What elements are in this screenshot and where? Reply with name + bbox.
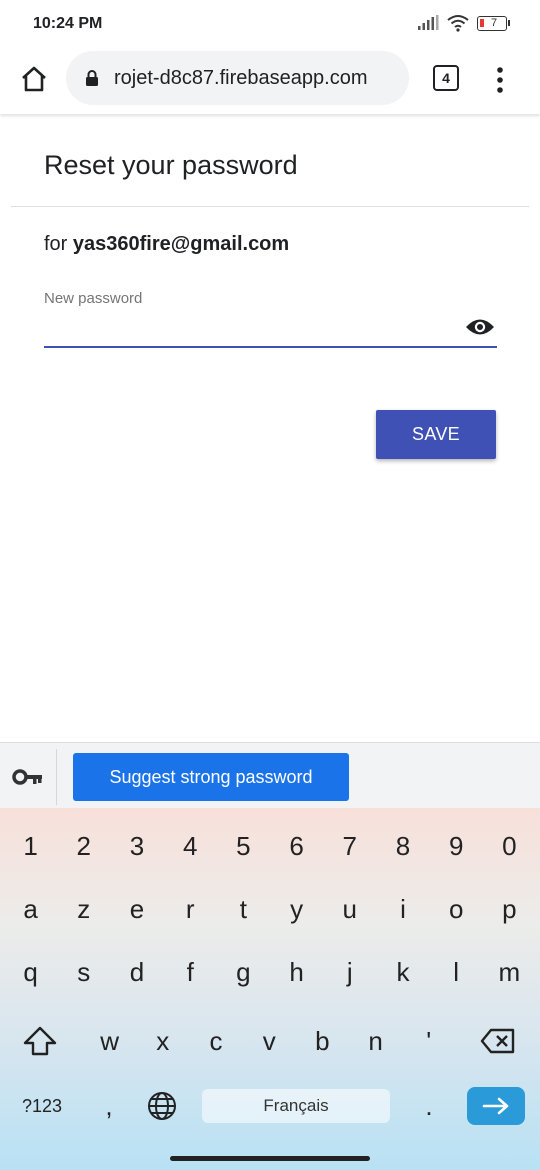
globe-icon	[148, 1092, 176, 1120]
status-time: 10:24 PM	[33, 15, 103, 32]
key-e[interactable]: e	[110, 879, 163, 939]
key-a[interactable]: a	[4, 879, 57, 939]
keyboard-row-2: qsdfghjklm	[0, 942, 540, 1002]
key-8[interactable]: 8	[376, 816, 429, 876]
status-bar: 10:24 PM 7	[0, 0, 540, 48]
home-button[interactable]	[18, 63, 50, 95]
keyboard: 1234567890 azertyuiop qsdfghjklm w x c v b n '…	[0, 808, 540, 1170]
browser-toolbar: rojet-d8c87.firebaseapp.com 4	[0, 48, 540, 114]
key-n[interactable]: n	[349, 1011, 402, 1071]
key-y[interactable]: y	[270, 879, 323, 939]
comma-key[interactable]: ,	[92, 1076, 126, 1136]
space-key[interactable]: Français	[202, 1089, 390, 1123]
language-key[interactable]	[140, 1076, 184, 1136]
eye-icon	[466, 319, 494, 335]
divider	[11, 206, 529, 207]
key-x[interactable]: x	[136, 1011, 189, 1071]
key-t[interactable]: t	[217, 879, 270, 939]
wifi-icon	[447, 15, 469, 32]
key-0[interactable]: 0	[483, 816, 536, 876]
key-q[interactable]: q	[4, 942, 57, 1002]
more-menu-button[interactable]	[488, 64, 512, 96]
key-3[interactable]: 3	[110, 816, 163, 876]
key-s[interactable]: s	[57, 942, 110, 1002]
backspace-icon	[480, 1028, 515, 1054]
key-6[interactable]: 6	[270, 816, 323, 876]
shift-icon	[23, 1026, 57, 1056]
key-2[interactable]: 2	[57, 816, 110, 876]
toggle-visibility-button[interactable]	[465, 316, 495, 338]
key-c[interactable]: c	[189, 1011, 242, 1071]
new-password-label: New password	[44, 290, 143, 307]
key-7[interactable]: 7	[323, 816, 376, 876]
key-p[interactable]: p	[483, 879, 536, 939]
key-f[interactable]: f	[164, 942, 217, 1002]
key-icon	[12, 769, 42, 785]
signal-icon	[418, 15, 439, 30]
key-apostrophe[interactable]: '	[402, 1011, 455, 1071]
tab-count: 4	[442, 70, 450, 86]
key-l[interactable]: l	[430, 942, 483, 1002]
key-j[interactable]: j	[323, 942, 376, 1002]
keyboard-row-3: w x c v b n '	[0, 1011, 540, 1071]
home-icon	[22, 66, 46, 92]
arrow-right-icon	[482, 1097, 509, 1115]
key-d[interactable]: d	[110, 942, 163, 1002]
input-underline	[44, 346, 497, 348]
symbols-key[interactable]: ?123	[8, 1076, 76, 1136]
page-title: Reset your password	[44, 150, 298, 180]
period-key[interactable]: .	[412, 1076, 446, 1136]
save-button[interactable]: SAVE	[376, 410, 496, 459]
for-prefix: for	[44, 233, 68, 255]
key-1[interactable]: 1	[4, 816, 57, 876]
shift-key[interactable]	[10, 1011, 70, 1071]
key-w[interactable]: w	[83, 1011, 136, 1071]
key-9[interactable]: 9	[430, 816, 483, 876]
key-r[interactable]: r	[164, 879, 217, 939]
suggestion-strip: Suggest strong password	[0, 742, 540, 808]
battery-level: 7	[490, 17, 498, 29]
url-text: rojet-d8c87.firebaseapp.com	[114, 67, 368, 89]
key-h[interactable]: h	[270, 942, 323, 1002]
url-bar[interactable]: rojet-d8c87.firebaseapp.com	[66, 51, 409, 105]
strip-separator	[56, 749, 57, 805]
key-b[interactable]: b	[296, 1011, 349, 1071]
keyboard-row-numbers: 1234567890	[0, 816, 540, 876]
enter-key[interactable]	[467, 1087, 525, 1125]
new-password-input[interactable]	[44, 310, 458, 346]
suggest-password-button[interactable]: Suggest strong password	[73, 753, 349, 801]
keyboard-row-1: azertyuiop	[0, 879, 540, 939]
home-gesture-bar[interactable]	[170, 1156, 370, 1161]
account-email: yas360fire@gmail.com	[72, 233, 290, 255]
lock-icon	[86, 70, 98, 86]
key-5[interactable]: 5	[217, 816, 270, 876]
key-k[interactable]: k	[376, 942, 429, 1002]
key-o[interactable]: o	[430, 879, 483, 939]
key-g[interactable]: g	[217, 942, 270, 1002]
key-4[interactable]: 4	[164, 816, 217, 876]
keyboard-row-bottom: ?123 , Français .	[0, 1076, 540, 1136]
battery-icon: 7	[477, 15, 510, 31]
key-u[interactable]: u	[323, 879, 376, 939]
status-icons: 7	[417, 14, 510, 32]
more-vert-icon	[497, 67, 503, 93]
tabs-button[interactable]: 4	[433, 65, 459, 91]
key-v[interactable]: v	[243, 1011, 296, 1071]
account-line: for yas360fire@gmail.com	[44, 233, 289, 256]
backspace-key[interactable]	[470, 1011, 526, 1071]
key-z[interactable]: z	[57, 879, 110, 939]
passwords-button[interactable]	[12, 767, 44, 787]
key-i[interactable]: i	[376, 879, 429, 939]
key-m[interactable]: m	[483, 942, 536, 1002]
